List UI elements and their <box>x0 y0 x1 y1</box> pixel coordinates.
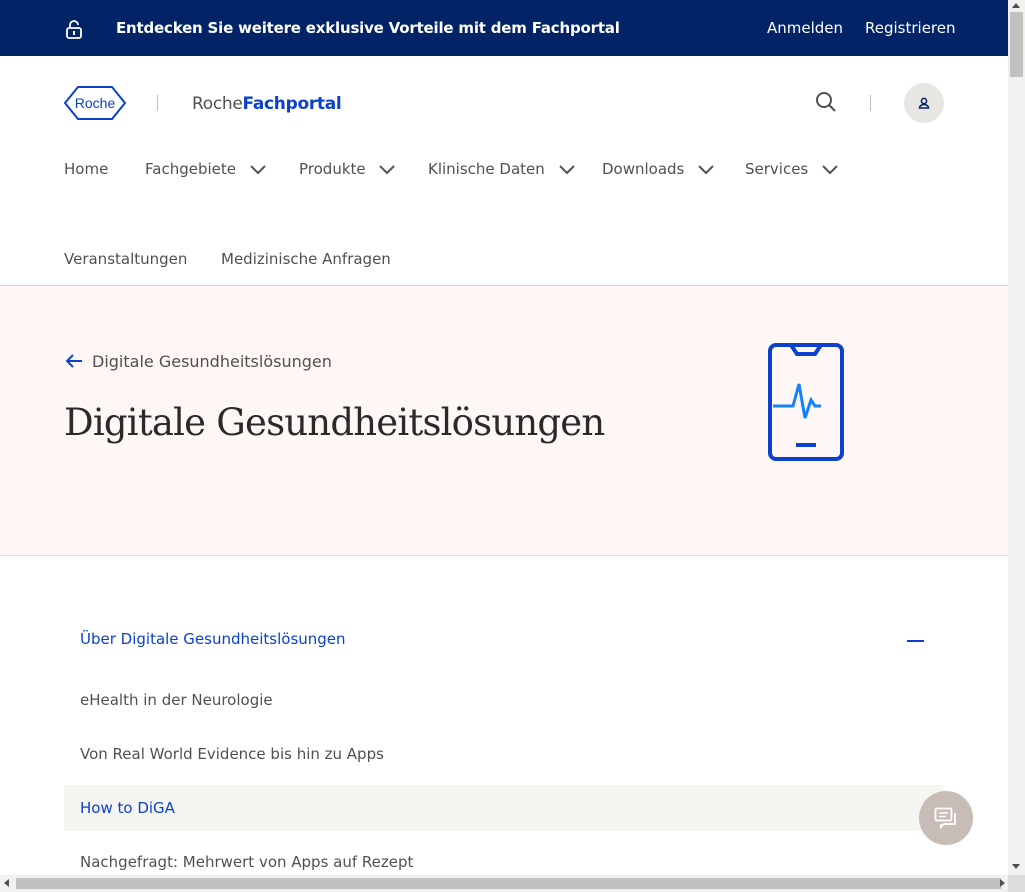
chevron-down-icon <box>558 164 575 174</box>
nav-label: Downloads <box>602 160 685 178</box>
list-item[interactable]: eHealth in der Neurologie <box>64 677 944 723</box>
nav-label: Klinische Daten <box>428 160 545 178</box>
lock-open-icon <box>66 20 82 39</box>
chevron-down-icon <box>698 164 714 174</box>
scroll-down-arrow-icon[interactable] <box>1012 864 1020 869</box>
scroll-right-arrow-icon[interactable] <box>1000 879 1005 887</box>
nav-item-veranstaltungen[interactable]: Veranstaltungen <box>64 250 187 268</box>
user-icon <box>918 97 930 109</box>
nav-label: Fachgebiete <box>145 160 236 178</box>
login-link[interactable]: Anmelden <box>767 19 843 37</box>
chevron-down-icon <box>250 164 266 174</box>
svg-text:Roche: Roche <box>75 95 116 111</box>
accordion-heading[interactable]: Über Digitale Gesundheitslösungen <box>80 630 346 648</box>
nav-item-downloads[interactable]: Downloads <box>602 160 715 178</box>
nav-item-fachgebiete[interactable]: Fachgebiete <box>145 160 267 178</box>
smartphone-heartbeat-icon <box>768 343 844 461</box>
nav-item-klinische-daten[interactable]: Klinische Daten <box>428 160 576 178</box>
list-item-active[interactable]: How to DiGA <box>64 785 944 831</box>
roche-logo[interactable]: Roche <box>64 86 126 120</box>
nav-label: Services <box>745 160 809 178</box>
hero-section: Digitale Gesundheitslösungen Digitale Ge… <box>0 286 1008 556</box>
back-link-label: Digitale Gesundheitslösungen <box>92 352 332 371</box>
page: Entdecken Sie weitere exklusive Vorteile… <box>0 0 1025 892</box>
page-title: Digitale Gesundheitslösungen <box>64 401 605 444</box>
back-link[interactable]: Digitale Gesundheitslösungen <box>64 352 332 371</box>
scrollbar-corner <box>1008 875 1025 892</box>
horizontal-scrollbar-thumb[interactable] <box>16 878 1001 889</box>
nav-item-home[interactable]: Home <box>64 160 108 178</box>
nav-label: Medizinische Anfragen <box>221 250 391 268</box>
list-item[interactable]: Von Real World Evidence bis hin zu Apps <box>64 731 944 777</box>
scroll-left-arrow-icon[interactable] <box>4 879 9 887</box>
header-divider <box>870 95 871 111</box>
nav-item-produkte[interactable]: Produkte <box>299 160 396 178</box>
nav-item-medizinische-anfragen[interactable]: Medizinische Anfragen <box>221 250 391 268</box>
user-account-button[interactable] <box>904 83 944 123</box>
top-banner: Entdecken Sie weitere exklusive Vorteile… <box>0 0 1008 56</box>
nav-item-services[interactable]: Services <box>745 160 839 178</box>
nav-label: Veranstaltungen <box>64 250 188 268</box>
vertical-scrollbar[interactable] <box>1008 0 1025 875</box>
arrow-left-icon <box>65 354 82 368</box>
portal-prefix: Roche <box>192 94 243 114</box>
chat-button[interactable] <box>919 791 973 845</box>
nav-label: Home <box>64 160 109 178</box>
nav-label: Produkte <box>299 160 366 178</box>
chevron-down-icon <box>822 164 838 174</box>
portal-name: Fachportal <box>242 94 342 114</box>
portal-title[interactable]: RocheFachportal <box>192 94 342 114</box>
promo-text: Entdecken Sie weitere exklusive Vorteile… <box>116 19 620 37</box>
scroll-up-arrow-icon[interactable] <box>1012 3 1020 8</box>
vertical-scrollbar-thumb[interactable] <box>1010 12 1023 77</box>
chat-icon <box>934 807 956 829</box>
collapse-minus-icon[interactable] <box>907 640 924 642</box>
register-link[interactable]: Registrieren <box>865 19 956 37</box>
search-icon[interactable] <box>815 91 837 113</box>
chevron-down-icon <box>379 164 396 174</box>
logo-divider <box>157 95 158 111</box>
